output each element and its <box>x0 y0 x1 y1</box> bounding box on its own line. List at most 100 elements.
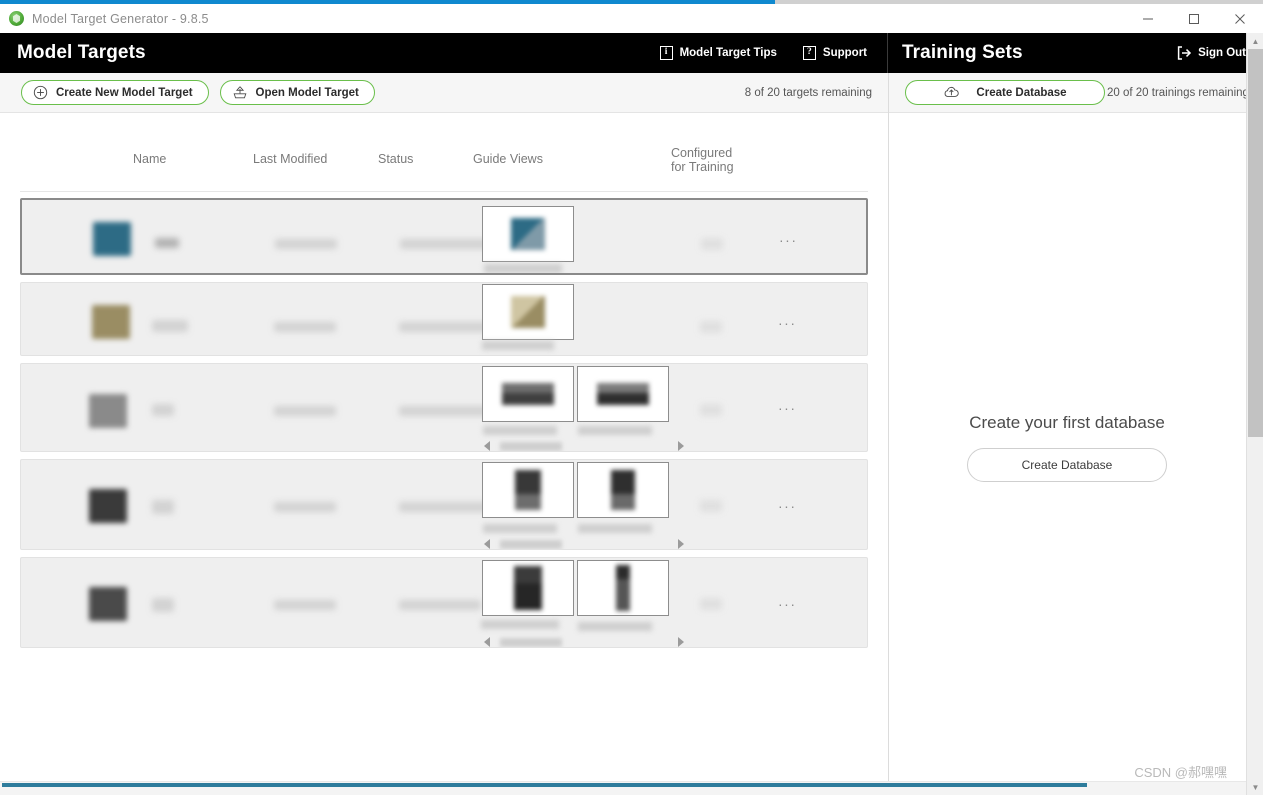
row-menu-button[interactable]: ··· <box>778 401 797 415</box>
carousel-prev-icon[interactable] <box>484 441 490 451</box>
column-header-status: Status <box>378 152 414 166</box>
vertical-scroll-thumb[interactable] <box>1248 49 1263 437</box>
row-configured-value <box>700 598 722 610</box>
row-menu-button[interactable]: ··· <box>779 233 798 247</box>
sign-out-icon <box>1177 46 1192 60</box>
cloud-upload-icon <box>945 86 960 97</box>
column-header-guide-views: Guide Views <box>473 152 543 166</box>
horizontal-scroll-thumb[interactable] <box>2 783 1087 787</box>
window-title: Model Target Generator - 9.8.5 <box>32 11 209 26</box>
sign-out-label: Sign Out <box>1198 47 1246 59</box>
training-sets-pane: Create your first database Create Databa… <box>889 114 1245 781</box>
guide-view-card[interactable] <box>482 284 574 340</box>
carousel-track <box>500 539 562 549</box>
guide-view-caption <box>484 264 562 273</box>
support-link[interactable]: ? Support <box>802 46 867 60</box>
guide-view-caption <box>578 524 652 533</box>
row-last-modified-value <box>274 600 336 610</box>
sign-out-button[interactable]: Sign Out <box>1177 46 1246 60</box>
open-model-target-label: Open Model Target <box>255 86 359 99</box>
model-targets-toolbar: Create New Model Target Open Model Targe… <box>0 73 888 113</box>
plus-circle-icon <box>33 85 48 100</box>
scroll-up-icon[interactable]: ▲ <box>1247 33 1263 49</box>
create-database-label: Create Database <box>976 86 1067 99</box>
header-actions: i Model Target Tips ? Support <box>659 46 867 60</box>
open-model-target-button[interactable]: Open Model Target <box>219 80 375 105</box>
table-header: Name Last Modified Status Guide Views Co… <box>0 114 888 194</box>
guide-view-image <box>616 565 630 611</box>
guide-view-card[interactable] <box>577 462 669 518</box>
row-menu-button[interactable]: ··· <box>778 316 797 330</box>
guide-view-card[interactable] <box>577 366 669 422</box>
create-new-model-target-button[interactable]: Create New Model Target <box>21 80 209 105</box>
info-icon: i <box>659 46 673 60</box>
vertical-scrollbar[interactable]: ▲ ▼ <box>1246 33 1263 795</box>
guide-view-carousel[interactable] <box>484 539 684 549</box>
trainings-remaining-label: 20 of 20 trainings remaining <box>1107 86 1249 99</box>
row-status-value <box>400 239 492 249</box>
table-row[interactable]: ··· <box>20 459 868 550</box>
row-menu-button[interactable]: ··· <box>778 597 797 611</box>
model-target-tips-link[interactable]: i Model Target Tips <box>659 46 777 60</box>
table-row[interactable]: ··· <box>20 198 868 275</box>
empty-state-create-database-button[interactable]: Create Database <box>967 448 1167 482</box>
configured-line2: for Training <box>671 160 734 174</box>
guide-view-card[interactable] <box>577 560 669 616</box>
guide-view-card[interactable] <box>482 462 574 518</box>
row-configured-value <box>700 404 722 416</box>
model-target-tips-label: Model Target Tips <box>679 47 777 59</box>
table-row[interactable]: ··· <box>20 557 868 648</box>
guide-view-card[interactable] <box>482 560 574 616</box>
minimize-button[interactable] <box>1125 4 1171 33</box>
guide-view-caption <box>481 620 559 629</box>
guide-view-card[interactable] <box>482 206 574 262</box>
guide-view-image <box>597 383 649 405</box>
row-thumbnail <box>89 587 127 621</box>
row-thumbnail <box>89 489 127 523</box>
row-last-modified-value <box>274 406 336 416</box>
model-targets-list-pane: Name Last Modified Status Guide Views Co… <box>0 114 888 781</box>
row-thumbnail <box>93 222 131 256</box>
guide-view-caption <box>482 341 554 350</box>
scroll-down-icon[interactable]: ▼ <box>1247 779 1263 795</box>
guide-view-caption <box>578 426 652 435</box>
carousel-prev-icon[interactable] <box>484 637 490 647</box>
guide-view-caption <box>578 622 652 631</box>
column-header-last-modified: Last Modified <box>253 152 328 166</box>
row-name-value <box>152 404 174 416</box>
guide-view-image <box>502 383 554 405</box>
guide-view-carousel[interactable] <box>484 441 684 451</box>
watermark: CSDN @郝嘿嘿 <box>1134 765 1227 780</box>
column-header-name: Name <box>133 152 167 166</box>
training-sets-toolbar: Create Database 20 of 20 trainings remai… <box>889 73 1263 113</box>
guide-view-card[interactable] <box>482 366 574 422</box>
carousel-next-icon[interactable] <box>678 637 684 647</box>
row-name-value <box>152 500 174 514</box>
model-targets-header: Model Targets i Model Target Tips ? Supp… <box>0 33 888 73</box>
window-controls <box>1125 4 1263 33</box>
maximize-button[interactable] <box>1171 4 1217 33</box>
table-row[interactable]: ··· <box>20 282 868 356</box>
guide-view-carousel[interactable] <box>484 637 684 647</box>
row-status-value <box>399 322 491 332</box>
close-button[interactable] <box>1217 4 1263 33</box>
carousel-next-icon[interactable] <box>678 539 684 549</box>
carousel-prev-icon[interactable] <box>484 539 490 549</box>
empty-state-title: Create your first database <box>969 413 1165 432</box>
open-folder-upload-icon <box>233 86 246 99</box>
empty-state-create-database-label: Create Database <box>1021 458 1113 472</box>
create-database-button[interactable]: Create Database <box>905 80 1105 105</box>
page-title: Model Targets <box>17 42 146 63</box>
training-sets-title: Training Sets <box>902 42 1023 63</box>
horizontal-scrollbar[interactable] <box>0 781 1246 795</box>
help-icon: ? <box>802 46 816 60</box>
row-thumbnail <box>92 305 130 339</box>
row-name-value <box>152 598 174 612</box>
carousel-next-icon[interactable] <box>678 441 684 451</box>
guide-view-image <box>514 566 542 610</box>
top-progress-fill <box>0 0 775 4</box>
row-last-modified-value <box>275 239 337 249</box>
training-sets-header: Training Sets Sign Out <box>888 33 1263 73</box>
row-menu-button[interactable]: ··· <box>778 499 797 513</box>
table-row[interactable]: ··· <box>20 363 868 452</box>
